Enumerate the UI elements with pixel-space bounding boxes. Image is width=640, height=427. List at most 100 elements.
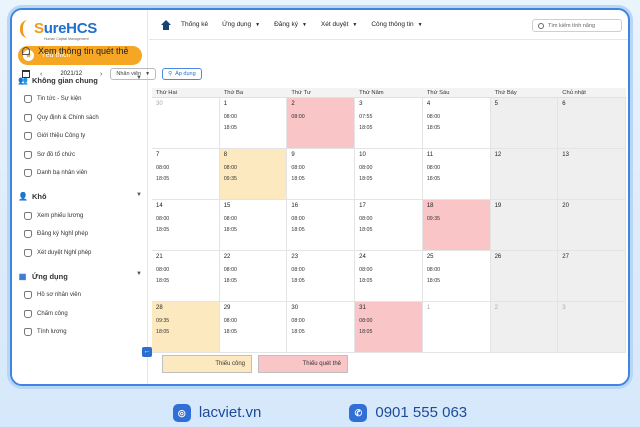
calendar-day-cell[interactable]: 21 08:00 18:05	[152, 251, 220, 302]
calendar-day-cell[interactable]: 30	[152, 98, 220, 149]
swipe-time: 08:00	[156, 216, 170, 222]
calendar-day-cell[interactable]: 27	[558, 251, 626, 302]
logo-name: ureHCS	[43, 20, 98, 37]
nav-label: Thống kê	[181, 21, 209, 28]
logo[interactable]: SureHCS Human Capital Management	[18, 16, 110, 42]
search-placeholder: Tìm kiếm tính năng	[548, 22, 596, 29]
day-number: 18	[426, 203, 434, 209]
chevron-down-icon: ▼	[352, 22, 358, 28]
footer-phone[interactable]: ✆ 0901 555 063	[349, 403, 467, 422]
bell-icon	[24, 150, 32, 159]
calendar-day-cell[interactable]: 3 07:55 18:05	[355, 98, 423, 149]
calendar-day-cell[interactable]: 30 08:00 18:05	[287, 302, 356, 353]
calendar-day-cell[interactable]: 3	[558, 302, 626, 353]
bell-icon	[22, 47, 30, 55]
swipe-time: 18:05	[359, 329, 373, 335]
calendar-day-cell[interactable]: 26	[490, 251, 559, 302]
legend-missing-label: Thiếu quét thẻ	[302, 361, 341, 367]
calendar-day-cell[interactable]: 18 09:35	[422, 200, 491, 251]
nav-thong-ke[interactable]: Thống kê	[181, 21, 208, 28]
day-number: 7	[156, 152, 160, 158]
logo-prefix: S	[34, 20, 44, 37]
sidebar-item[interactable]: Chấm công	[24, 308, 144, 320]
day-number: 1	[223, 101, 228, 107]
sidebar-item[interactable]: Sơ đồ tổ chức	[24, 149, 144, 161]
bell-icon	[24, 328, 32, 336]
calendar-day-cell[interactable]: 19	[490, 200, 559, 251]
period-label: 2021/12	[60, 71, 83, 77]
calendar-day-cell[interactable]: 1	[422, 302, 491, 353]
sidebar-section-1[interactable]: 👤 Khô ▼	[18, 190, 146, 204]
calendar-day-cell[interactable]: 5	[490, 98, 559, 149]
sidebar-item-label: Danh bạ nhân viên	[37, 170, 88, 176]
swipe-time: 08:00	[291, 216, 305, 222]
sidebar-item[interactable]: Tính lương	[24, 326, 144, 338]
home-icon[interactable]	[161, 19, 171, 30]
employee-filter-select[interactable]: Nhân viên ▼	[110, 68, 157, 80]
calendar-day-cell[interactable]: 10 08:00 18:05	[355, 149, 423, 200]
prev-month-icon[interactable]: ‹	[40, 71, 42, 78]
calendar-day-cell[interactable]: 11 08:00 18:05	[422, 149, 491, 200]
calendar-day-cell[interactable]: 1 08:00 18:05	[219, 98, 288, 149]
person-icon: 👤	[18, 192, 28, 201]
calendar-day-cell[interactable]: 13	[558, 149, 626, 200]
sidebar-item[interactable]: Giới thiệu Công ty	[24, 130, 144, 142]
bell-icon	[24, 113, 32, 122]
calendar-day-cell[interactable]: 24 08:00 18:05	[355, 251, 423, 302]
next-month-icon[interactable]: ›	[100, 71, 102, 78]
calendar-day-cell[interactable]: 17 08:00 18:05	[355, 200, 423, 251]
search-input[interactable]: Tìm kiếm tính năng	[532, 19, 622, 32]
day-number: 29	[223, 305, 231, 311]
bell-icon	[24, 95, 32, 103]
apply-button[interactable]: ⚲ Áp dụng	[162, 68, 202, 80]
sidebar-section-title: Ứng dụng	[32, 271, 68, 281]
sidebar-item[interactable]: Danh bạ nhân viên	[24, 167, 144, 179]
swipe-time: 18:05	[291, 227, 305, 233]
sidebar-item[interactable]: Tin tức - Sự kiện	[24, 93, 144, 105]
calendar-day-cell[interactable]: 28 09:35 18:05	[152, 302, 220, 353]
footer: ◎ lacviet.vn ✆ 0901 555 063	[0, 398, 640, 427]
calendar-icon[interactable]	[22, 70, 30, 78]
nav-dang-ky[interactable]: Đăng ký ▼	[274, 21, 307, 28]
calendar-day-cell[interactable]: 15 08:00 18:05	[219, 200, 288, 251]
nav-xet-duyet[interactable]: Xét duyệt ▼	[321, 21, 357, 28]
swipe-time: 08:00	[223, 216, 237, 222]
sidebar-item[interactable]: Hồ sơ nhân viên	[24, 289, 144, 301]
calendar-day-cell[interactable]: 7 08:00 18:05	[152, 149, 220, 200]
sidebar-item[interactable]: Quy định & Chính sách	[24, 112, 144, 124]
calendar-day-cell[interactable]: 25 08:00 18:05	[422, 251, 491, 302]
day-number: 12	[494, 152, 502, 158]
collapse-sidebar-icon[interactable]: ←	[142, 347, 152, 357]
calendar-day-cell[interactable]: 2	[490, 302, 559, 353]
calendar-day-cell[interactable]: 14 08:00 18:05	[152, 200, 220, 251]
calendar-day-cell[interactable]: 29 08:00 18:05	[219, 302, 288, 353]
nav-ung-dung[interactable]: Ứng dụng ▼	[222, 21, 260, 28]
calendar-day-cell[interactable]: 2 08:00	[287, 98, 356, 149]
calendar-day-cell[interactable]: 6	[558, 98, 626, 149]
calendar-day-cell[interactable]: 16 08:00 18:05	[287, 200, 356, 251]
calendar-day-cell[interactable]: 23 08:00 18:05	[287, 251, 356, 302]
day-number: 16	[291, 203, 299, 209]
footer-website[interactable]: ◎ lacviet.vn	[172, 403, 261, 422]
sidebar-section-2[interactable]: ▦ Ứng dụng ▼	[18, 269, 146, 283]
sidebar-item[interactable]: Xét duyệt Nghỉ phép	[24, 247, 144, 259]
swipe-time: 18:05	[156, 329, 170, 335]
calendar: Thứ Hai Thứ Ba Thứ Tư Thứ Năm Thứ Sáu Thứ Bảy…	[152, 88, 626, 353]
sidebar-item[interactable]: Xem phiếu lương	[24, 210, 144, 222]
day-number: 11	[426, 152, 434, 158]
nav-cong-thong-tin[interactable]: Công thông tin ▼	[371, 21, 422, 28]
weekday-header: Thứ Ba	[223, 90, 244, 96]
calendar-day-cell[interactable]: 20	[558, 200, 626, 251]
calendar-day-cell[interactable]: 31 08:00 18:05	[355, 302, 423, 353]
calendar-day-cell[interactable]: 8 08:00 09:35	[219, 149, 288, 200]
calendar-day-cell[interactable]: 22 08:00 18:05	[219, 251, 288, 302]
bell-icon	[24, 248, 32, 257]
sidebar-item[interactable]: Đăng ký Nghỉ phép	[24, 228, 144, 240]
swipe-time: 08:00	[223, 267, 237, 273]
calendar-day-cell[interactable]: 9 08:00 18:05	[287, 149, 356, 200]
swipe-time: 07:55	[359, 114, 373, 120]
sidebar-item-label: Đăng ký Nghỉ phép	[37, 231, 89, 237]
calendar-day-cell[interactable]: 4 08:00 18:05	[422, 98, 491, 149]
calendar-day-cell[interactable]: 12	[490, 149, 559, 200]
swipe-time: 18:05	[291, 278, 305, 284]
